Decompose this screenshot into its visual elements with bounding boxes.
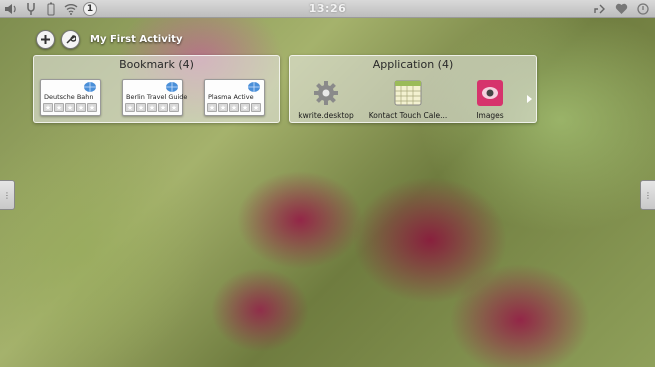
add-button[interactable] [36,29,55,49]
application-panel: Application (4) kwrite.desktop Kontact T… [289,55,537,123]
star-icon[interactable]: ★ [43,103,53,112]
left-panel-handle[interactable]: ⋮ [0,180,15,210]
globe-icon [165,78,179,92]
share-icon[interactable] [591,1,607,17]
handle-grip-icon: ⋮ [644,190,652,200]
top-status-bar: 1 13:26 [0,0,655,18]
application-panel-title[interactable]: Application (4) [290,58,536,71]
plus-icon [40,30,51,49]
bookmark-card-plasma-active[interactable]: Plasma Active ★ ★ ★ ★ ★ [204,79,265,116]
activity-header: My First Activity [36,29,182,49]
star-icon[interactable]: ★ [207,103,217,112]
bookmark-label: Plasma Active [208,93,254,101]
app-item-kontact-calendar[interactable]: Kontact Touch Cale... [368,78,448,122]
star-icon[interactable]: ★ [158,103,168,112]
clock: 13:26 [308,2,347,15]
wrench-icon [65,30,77,49]
star-icon[interactable]: ★ [65,103,75,112]
rating-stars[interactable]: ★ ★ ★ ★ ★ [207,103,261,112]
star-icon[interactable]: ★ [240,103,250,112]
globe-icon [83,78,97,92]
star-icon[interactable]: ★ [125,103,135,112]
system-tray-right [591,1,651,17]
bookmark-panel: Bookmark (4) Deutsche Bahn ★ ★ ★ ★ ★ Ber… [33,55,280,123]
star-icon[interactable]: ★ [147,103,157,112]
bookmark-label: Deutsche Bahn [44,93,94,101]
bookmark-panel-title[interactable]: Bookmark (4) [34,58,279,71]
gear-icon [311,78,341,108]
app-item-images[interactable]: Images [450,78,530,122]
app-label: Kontact Touch Cale... [368,111,448,120]
activity-title: My First Activity [90,33,183,45]
star-icon[interactable]: ★ [54,103,64,112]
bookmark-card-berlin-travel-guide[interactable]: Berlin Travel Guide ★ ★ ★ ★ ★ [122,78,187,116]
image-viewer-icon [475,78,505,108]
star-icon[interactable]: ★ [218,103,228,112]
star-icon[interactable]: ★ [76,103,86,112]
right-panel-handle[interactable]: ⋮ [640,180,655,210]
bookmark-label: Berlin Travel Guide [126,93,188,101]
star-icon[interactable]: ★ [169,103,179,112]
connect-icon[interactable] [635,1,651,17]
rating-stars[interactable]: ★ ★ ★ ★ ★ [125,103,179,112]
app-label: Images [476,111,504,120]
app-item-kwrite[interactable]: kwrite.desktop [286,78,366,122]
star-icon[interactable]: ★ [251,103,261,112]
star-icon[interactable]: ★ [229,103,239,112]
calendar-icon [393,78,423,108]
bookmark-card-deutsche-bahn[interactable]: Deutsche Bahn ★ ★ ★ ★ ★ [40,79,101,116]
heart-icon[interactable] [613,1,629,17]
configure-button[interactable] [61,29,80,49]
star-icon[interactable]: ★ [87,103,97,112]
app-label: kwrite.desktop [298,111,354,120]
rating-stars[interactable]: ★ ★ ★ ★ ★ [43,103,97,112]
star-icon[interactable]: ★ [136,103,146,112]
handle-grip-icon: ⋮ [3,190,11,200]
next-page-arrow-icon[interactable] [527,95,532,103]
globe-icon [247,78,261,92]
